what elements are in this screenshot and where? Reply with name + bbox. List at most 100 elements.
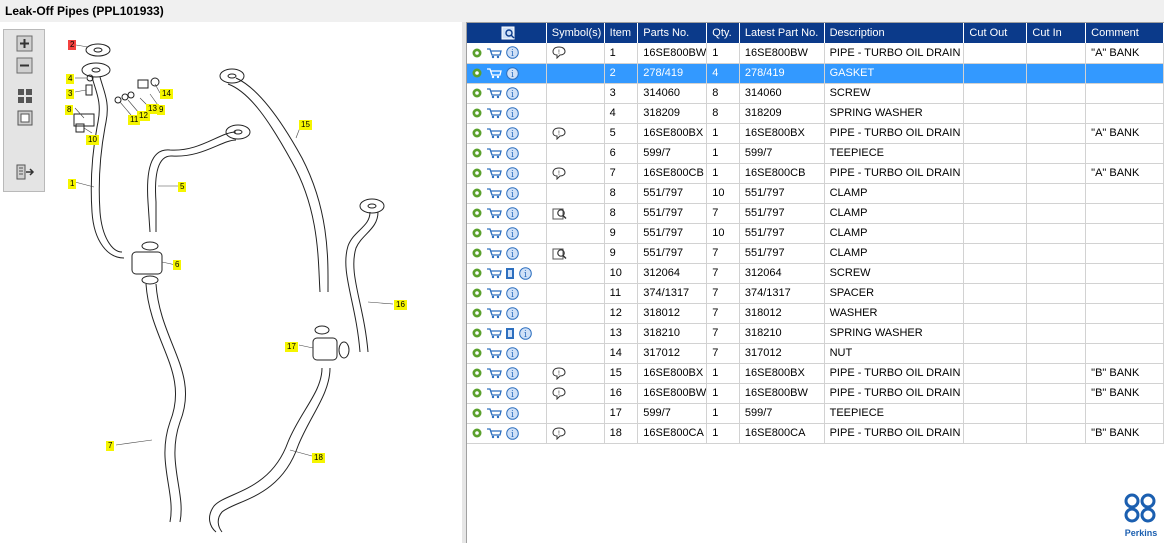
cart-icon[interactable] bbox=[486, 407, 502, 419]
table-row[interactable]: i! 18 16SE800CA 1 16SE800CA PIPE - TURBO OIL … bbox=[467, 423, 1164, 444]
column-header[interactable]: Comment bbox=[1085, 23, 1164, 43]
gear-icon[interactable] bbox=[471, 347, 483, 359]
view-drawing-icon[interactable] bbox=[552, 247, 568, 260]
comment-icon[interactable]: ! bbox=[552, 386, 566, 400]
table-row[interactable]: i 9 551/797 10 551/797 CLAMP bbox=[467, 223, 1164, 244]
info-icon[interactable]: i bbox=[519, 326, 532, 340]
cart-icon[interactable] bbox=[486, 367, 502, 379]
callout-label[interactable]: 10 bbox=[86, 135, 99, 145]
comment-icon[interactable]: ! bbox=[552, 366, 566, 380]
callout-label[interactable]: 12 bbox=[137, 111, 150, 121]
callout-label[interactable]: 6 bbox=[173, 260, 182, 270]
cart-icon[interactable] bbox=[486, 107, 502, 119]
cart-icon[interactable] bbox=[486, 427, 502, 439]
gear-icon[interactable] bbox=[471, 267, 483, 279]
cart-icon[interactable] bbox=[486, 47, 502, 59]
gear-icon[interactable] bbox=[471, 67, 483, 79]
column-header-actions[interactable] bbox=[467, 23, 547, 43]
document-icon[interactable] bbox=[505, 267, 515, 280]
callout-label[interactable]: 17 bbox=[285, 342, 298, 352]
cart-icon[interactable] bbox=[486, 127, 502, 139]
cart-icon[interactable] bbox=[486, 267, 502, 279]
column-header[interactable]: Parts No. bbox=[637, 23, 708, 43]
gear-icon[interactable] bbox=[471, 167, 483, 179]
callout-label[interactable]: 3 bbox=[66, 89, 75, 99]
column-header[interactable]: Item bbox=[604, 23, 639, 43]
gear-icon[interactable] bbox=[471, 87, 483, 99]
cart-icon[interactable] bbox=[486, 387, 502, 399]
column-header[interactable]: Description bbox=[824, 23, 965, 43]
cart-icon[interactable] bbox=[486, 307, 502, 319]
info-icon[interactable]: i bbox=[506, 386, 519, 400]
gear-icon[interactable] bbox=[471, 287, 483, 299]
callout-label[interactable]: 16 bbox=[394, 300, 407, 310]
info-icon[interactable]: i bbox=[506, 366, 519, 380]
gear-icon[interactable] bbox=[471, 107, 483, 119]
info-icon[interactable]: i bbox=[506, 66, 519, 80]
info-icon[interactable]: i bbox=[506, 106, 519, 120]
callout-label[interactable]: 18 bbox=[312, 453, 325, 463]
cart-icon[interactable] bbox=[486, 347, 502, 359]
table-row[interactable]: i! 15 16SE800BX 1 16SE800BX PIPE - TURBO OIL … bbox=[467, 363, 1164, 384]
table-row[interactable]: i 8 551/797 7 551/797 CLAMP bbox=[467, 203, 1164, 224]
info-icon[interactable]: i bbox=[506, 346, 519, 360]
table-row[interactable]: i 2 278/419 4 278/419 GASKET bbox=[467, 63, 1164, 84]
callout-label[interactable]: 2 bbox=[68, 40, 77, 50]
table-row[interactable]: i 8 551/797 10 551/797 CLAMP bbox=[467, 183, 1164, 204]
gear-icon[interactable] bbox=[471, 187, 483, 199]
document-icon[interactable] bbox=[505, 327, 515, 340]
gear-icon[interactable] bbox=[471, 407, 483, 419]
cart-icon[interactable] bbox=[486, 247, 502, 259]
table-row[interactable]: i 3 314060 8 314060 SCREW bbox=[467, 83, 1164, 104]
gear-icon[interactable] bbox=[471, 227, 483, 239]
info-icon[interactable]: i bbox=[506, 206, 519, 220]
cart-icon[interactable] bbox=[486, 327, 502, 339]
callout-label[interactable]: 4 bbox=[66, 74, 75, 84]
column-header[interactable]: Qty. bbox=[706, 23, 740, 43]
table-row[interactable]: i 14 317012 7 317012 NUT bbox=[467, 343, 1164, 364]
gear-icon[interactable] bbox=[471, 327, 483, 339]
info-icon[interactable]: i bbox=[506, 126, 519, 140]
table-row[interactable]: i 4 318209 8 318209 SPRING WASHER bbox=[467, 103, 1164, 124]
callout-label[interactable]: 8 bbox=[65, 105, 74, 115]
gear-icon[interactable] bbox=[471, 127, 483, 139]
info-icon[interactable]: i bbox=[506, 166, 519, 180]
info-icon[interactable]: i bbox=[506, 186, 519, 200]
callout-label[interactable]: 5 bbox=[178, 182, 187, 192]
comment-icon[interactable]: ! bbox=[552, 126, 566, 140]
info-icon[interactable]: i bbox=[506, 406, 519, 420]
table-row[interactable]: i 9 551/797 7 551/797 CLAMP bbox=[467, 243, 1164, 264]
info-icon[interactable]: i bbox=[506, 246, 519, 260]
gear-icon[interactable] bbox=[471, 307, 483, 319]
cart-icon[interactable] bbox=[486, 207, 502, 219]
callout-label[interactable]: 14 bbox=[160, 89, 173, 99]
table-row[interactable]: i! 5 16SE800BX 1 16SE800BX PIPE - TURBO OIL D… bbox=[467, 123, 1164, 144]
callout-label[interactable]: 15 bbox=[299, 120, 312, 130]
info-icon[interactable]: i bbox=[506, 146, 519, 160]
gear-icon[interactable] bbox=[471, 207, 483, 219]
cart-icon[interactable] bbox=[486, 167, 502, 179]
table-row[interactable]: i 6 599/7 1 599/7 TEEPIECE bbox=[467, 143, 1164, 164]
cart-icon[interactable] bbox=[486, 287, 502, 299]
table-row[interactable]: i 11 374/1317 7 374/1317 SPACER bbox=[467, 283, 1164, 304]
cart-icon[interactable] bbox=[486, 227, 502, 239]
diagram-pane[interactable]: 2 4 3 8 10 14 13 9 11 12 1 5 15 6 16 17 7 18 bbox=[0, 22, 462, 543]
gear-icon[interactable] bbox=[471, 47, 483, 59]
callout-label[interactable]: 9 bbox=[157, 105, 166, 115]
table-row[interactable]: i 17 599/7 1 599/7 TEEPIECE bbox=[467, 403, 1164, 424]
info-icon[interactable]: i bbox=[506, 226, 519, 240]
table-row[interactable]: i! 7 16SE800CB 1 16SE800CB PIPE - TURBO OIL D… bbox=[467, 163, 1164, 184]
column-header[interactable]: Cut In bbox=[1026, 23, 1087, 43]
info-icon[interactable]: i bbox=[519, 266, 532, 280]
cart-icon[interactable] bbox=[486, 187, 502, 199]
cart-icon[interactable] bbox=[486, 147, 502, 159]
cart-icon[interactable] bbox=[486, 67, 502, 79]
gear-icon[interactable] bbox=[471, 247, 483, 259]
info-icon[interactable]: i bbox=[506, 286, 519, 300]
table-row[interactable]: i 10 312064 7 312064 SCREW bbox=[467, 263, 1164, 284]
column-header[interactable]: Symbol(s) bbox=[546, 23, 605, 43]
gear-icon[interactable] bbox=[471, 367, 483, 379]
table-row[interactable]: i! 1 16SE800BW 1 16SE800BW PIPE - TURBO OIL D… bbox=[467, 43, 1164, 64]
table-row[interactable]: i 12 318012 7 318012 WASHER bbox=[467, 303, 1164, 324]
callout-label[interactable]: 7 bbox=[106, 441, 115, 451]
